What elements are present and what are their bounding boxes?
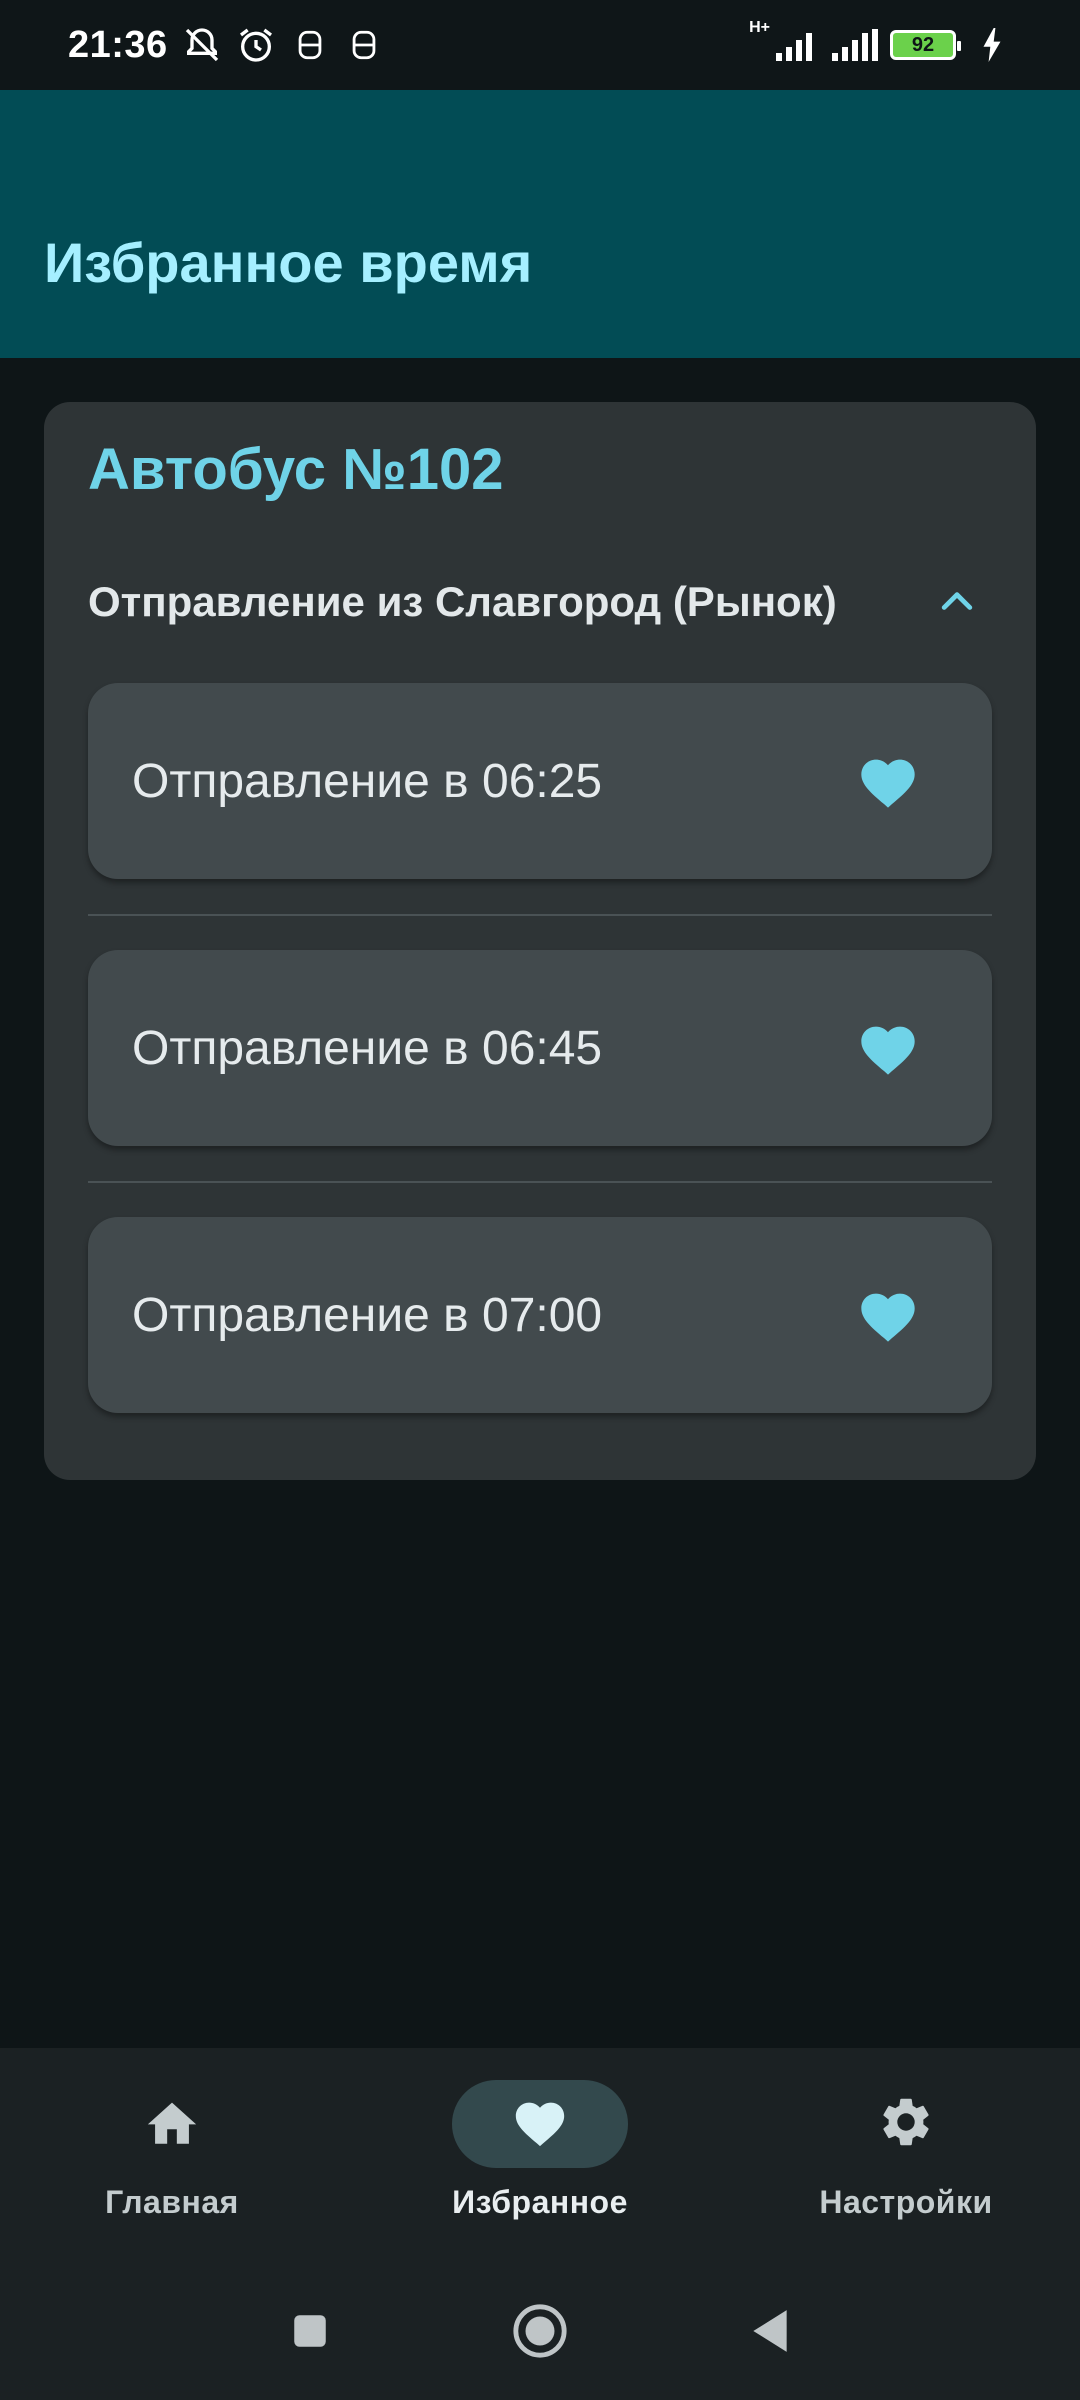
heart-icon[interactable]: [856, 1018, 920, 1078]
nav-pill: [818, 2080, 994, 2168]
route-title: Автобус №102: [88, 437, 504, 502]
system-navigation-bar: [0, 2262, 1080, 2400]
status-left: 21:36: [68, 24, 384, 67]
divider: [88, 1181, 992, 1183]
heart-icon: [511, 2095, 569, 2154]
home-button[interactable]: [510, 2301, 570, 2361]
heart-icon[interactable]: [856, 1285, 920, 1345]
signal-icon: [774, 25, 820, 65]
charging-icon: [972, 25, 1012, 65]
battery-level: 92: [911, 33, 935, 56]
status-time: 21:36: [68, 23, 168, 66]
favorite-time-item[interactable]: Отправление в 06:25: [88, 683, 992, 879]
home-icon: [143, 2095, 201, 2154]
nav-label-settings: Настройки: [819, 2184, 993, 2220]
recent-apps-button[interactable]: [280, 2301, 340, 2361]
page-title: Избранное время: [44, 231, 533, 294]
divider: [88, 914, 992, 916]
route-card: Автобус №102 Отправление из Славгород (Р…: [44, 402, 1036, 1480]
gear-icon: [877, 2093, 935, 2156]
bottom-navigation: Главная Избранное Настройки: [0, 2048, 1080, 2400]
status-right: H+ 92: [749, 19, 1012, 65]
signal-icon: [830, 25, 880, 65]
departure-time-label: Отправление в 07:00: [132, 1288, 603, 1342]
direction-label: Отправление из Славгород (Рынок): [88, 578, 837, 625]
alarm-icon: [236, 25, 276, 65]
direction-header[interactable]: Отправление из Славгород (Рынок): [88, 562, 992, 642]
battery-indicator: 92: [890, 30, 961, 60]
nav-item-settings[interactable]: Настройки: [756, 2080, 1056, 2240]
app-bar: Избранное время: [0, 90, 1080, 358]
departure-time-label: Отправление в 06:25: [132, 754, 603, 808]
back-button[interactable]: [740, 2301, 800, 2361]
screen: 21:36 H+ 92 Избранное время Автобус №102…: [0, 0, 1080, 2400]
nav-pill: [84, 2080, 260, 2168]
nav-label-favorites: Избранное: [452, 2184, 628, 2220]
chevron-up-icon[interactable]: [922, 567, 992, 637]
favorite-time-item[interactable]: Отправление в 06:45: [88, 950, 992, 1146]
app-notification-icon: [290, 25, 330, 65]
nav-item-home[interactable]: Главная: [22, 2080, 322, 2240]
favorite-time-item[interactable]: Отправление в 07:00: [88, 1217, 992, 1413]
heart-icon[interactable]: [856, 751, 920, 811]
status-bar: 21:36 H+ 92: [0, 0, 1080, 90]
app-notification-icon: [344, 25, 384, 65]
nav-pill-active: [452, 2080, 628, 2168]
mute-notifications-icon: [182, 25, 222, 65]
nav-label-home: Главная: [105, 2184, 239, 2220]
network-type: H+: [749, 19, 770, 36]
nav-item-favorites[interactable]: Избранное: [390, 2080, 690, 2240]
departure-time-label: Отправление в 06:45: [132, 1021, 603, 1075]
